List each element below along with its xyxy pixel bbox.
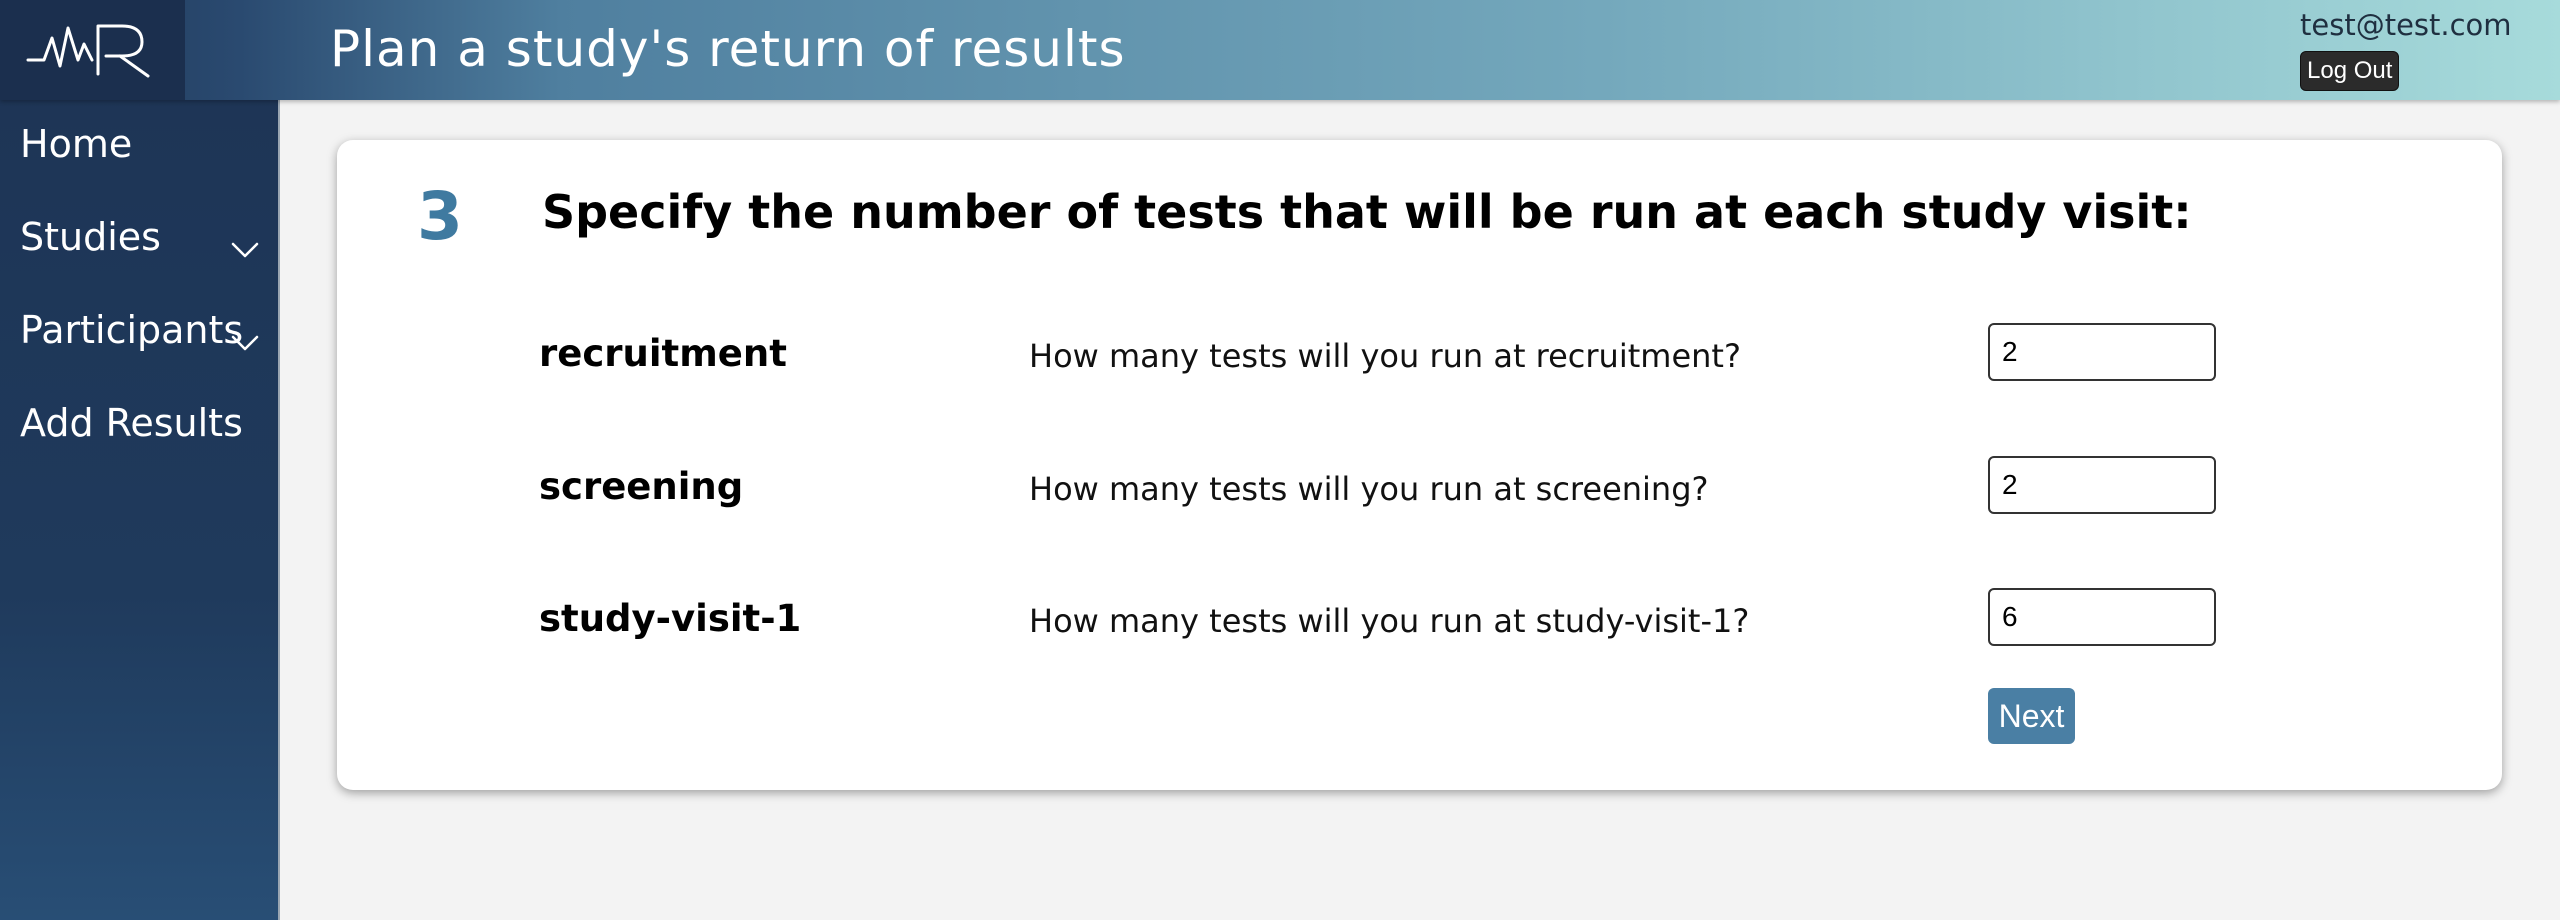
logout-button[interactable]: Log Out — [2300, 51, 2400, 91]
visit-label: study-visit-1 — [539, 597, 802, 640]
visit-question: How many tests will you run at recruitme… — [1029, 337, 1741, 375]
sidebar-item-studies[interactable]: Studies — [20, 215, 270, 275]
chevron-down-icon[interactable] — [230, 229, 260, 273]
visit-label: recruitment — [539, 332, 787, 375]
sidebar-item-label: Studies — [20, 215, 161, 259]
sidebar-item-label: Add Results — [20, 401, 243, 445]
app-header: Plan a study's return of results test@te… — [0, 0, 2560, 100]
step-number: 3 — [417, 178, 463, 255]
study-visit-1-test-count-input[interactable] — [1988, 588, 2216, 646]
sidebar-item-participants[interactable]: Participants — [20, 308, 270, 368]
sidebar-item-add-results[interactable]: Add Results — [20, 401, 270, 461]
recruitment-test-count-input[interactable] — [1988, 323, 2216, 381]
chevron-down-icon[interactable] — [230, 322, 260, 366]
visit-question: How many tests will you run at screening… — [1029, 470, 1709, 508]
step-title: Specify the number of tests that will be… — [542, 185, 2192, 239]
sidebar-item-home[interactable]: Home — [20, 122, 270, 182]
sidebar-item-label: Participants — [20, 308, 244, 352]
next-button[interactable]: Next — [1988, 688, 2075, 744]
user-email: test@test.com — [2300, 8, 2512, 42]
visit-question: How many tests will you run at study-vis… — [1029, 602, 1750, 640]
heartbeat-r-logo-icon — [26, 24, 150, 78]
visit-label: screening — [539, 465, 744, 508]
screening-test-count-input[interactable] — [1988, 456, 2216, 514]
sidebar-item-label: Home — [20, 122, 133, 166]
app-logo[interactable] — [0, 0, 185, 100]
step-card: 3 Specify the number of tests that will … — [337, 140, 2502, 790]
page-title: Plan a study's return of results — [330, 20, 1126, 78]
sidebar-nav: Home Studies Participants Add Results — [0, 100, 280, 920]
